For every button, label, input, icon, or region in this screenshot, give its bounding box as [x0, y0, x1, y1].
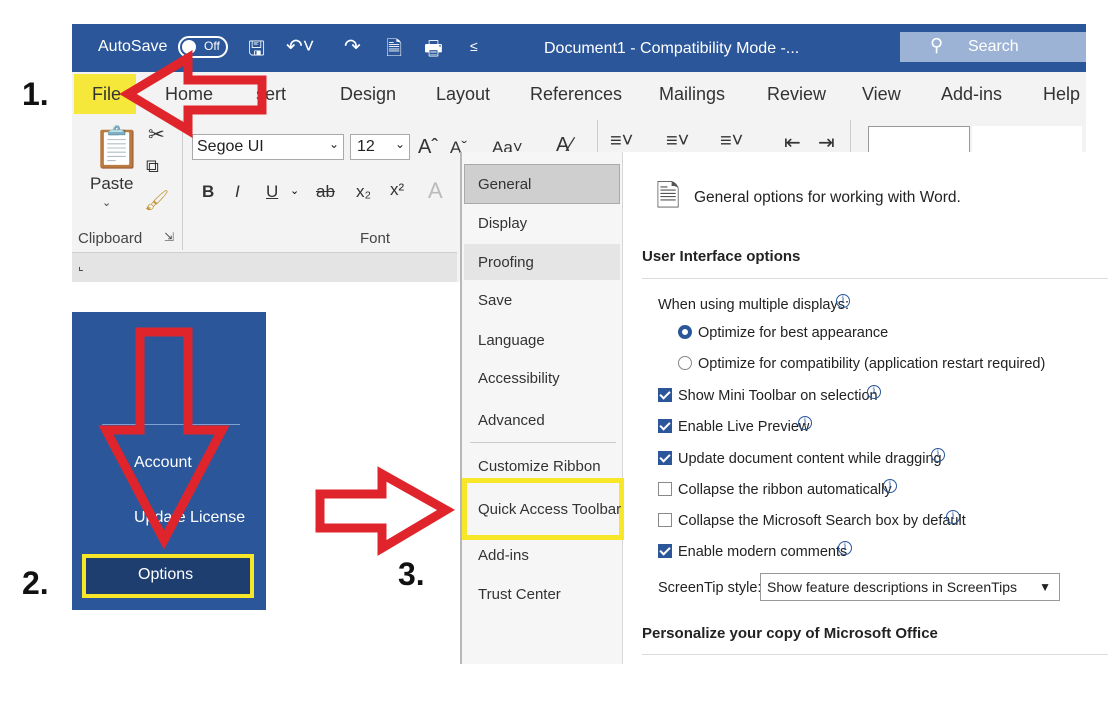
arrow-3-right-icon [315, 466, 455, 556]
step-3-label: 3. [398, 556, 425, 592]
step-2-label: 2. [22, 565, 49, 601]
step-1-label: 1. [22, 76, 49, 112]
arrow-1-left-icon [119, 50, 267, 138]
annotation-overlay [98, 50, 455, 556]
arrow-2-down-icon [98, 327, 230, 550]
